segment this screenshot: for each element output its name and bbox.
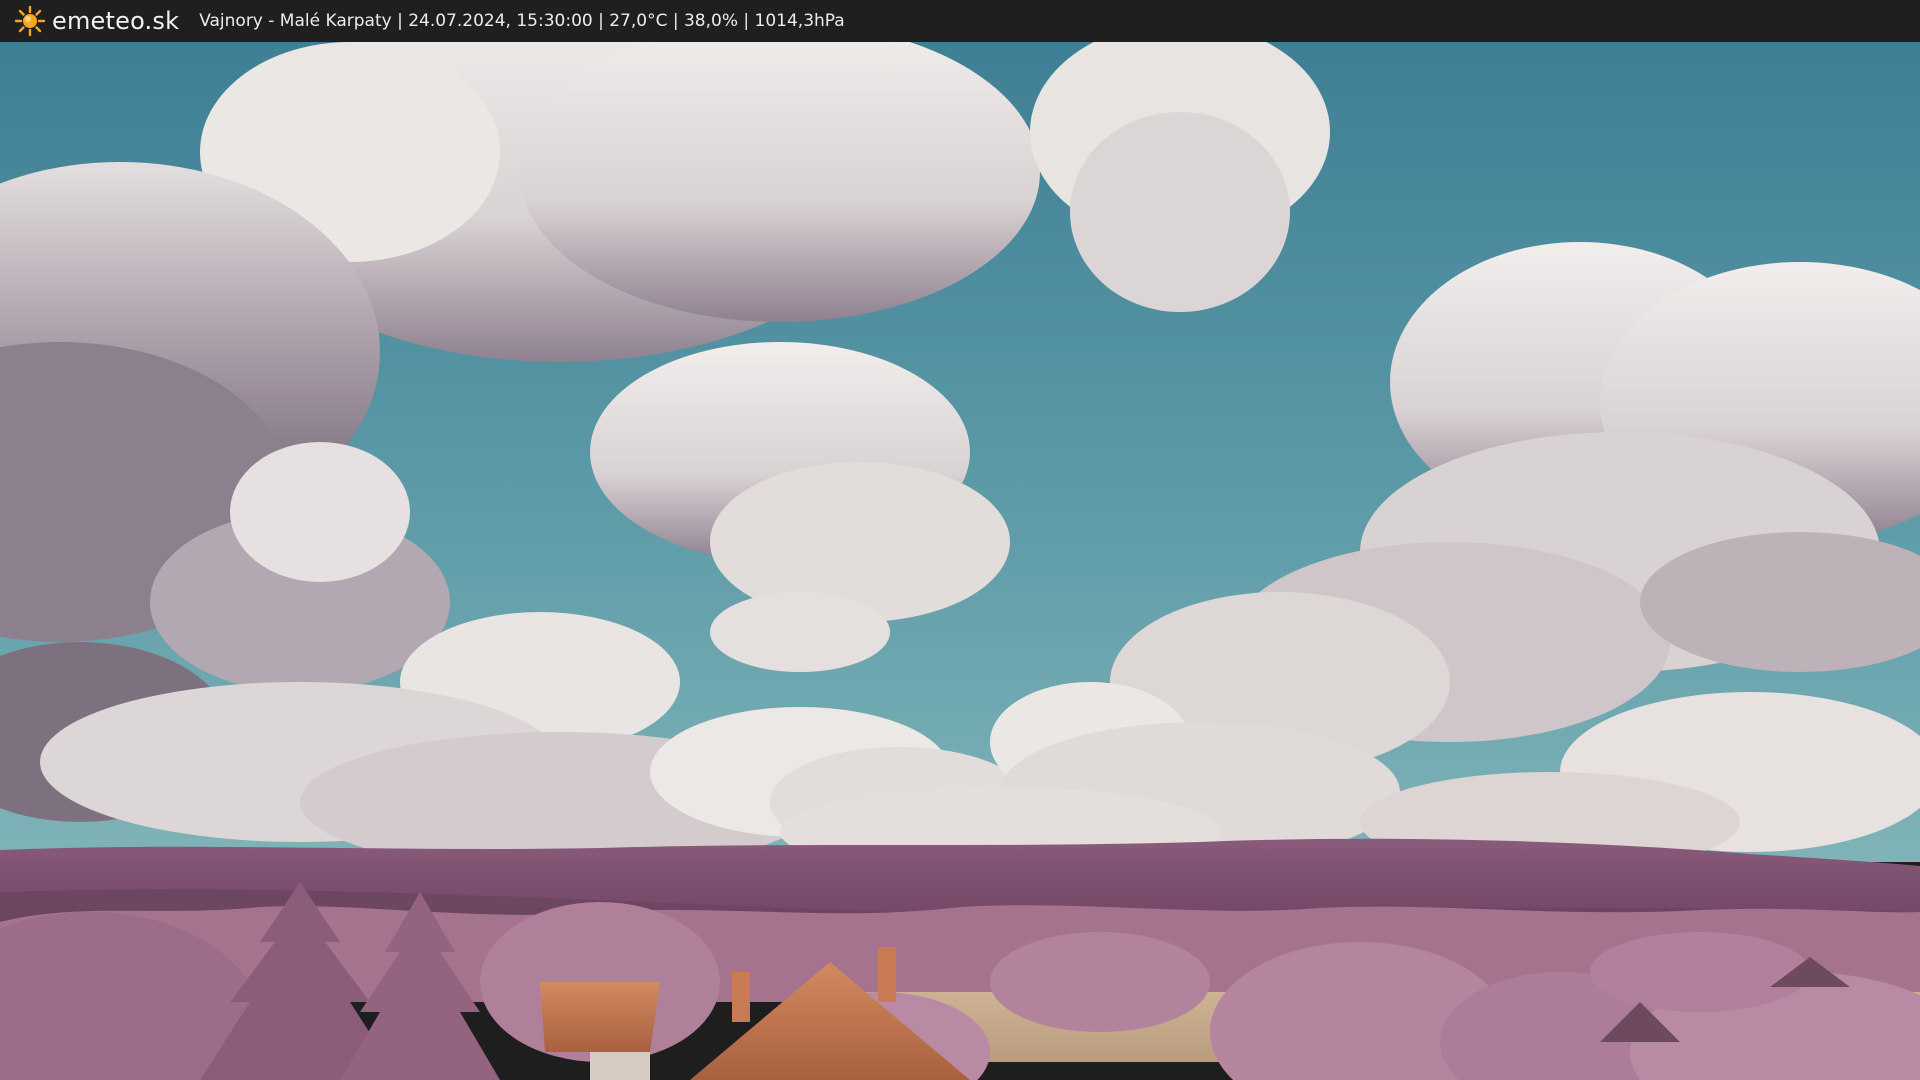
webcam-image	[0, 42, 1920, 1080]
house-left	[540, 982, 660, 1080]
logo[interactable]: emeteo.sk	[14, 5, 179, 37]
sun-icon	[14, 5, 46, 37]
logo-text: emeteo.sk	[52, 7, 180, 35]
top-bar: emeteo.sk Vajnory - Malé Karpaty | 24.07…	[0, 0, 1920, 42]
weather-info-text: Vajnory - Malé Karpaty | 24.07.2024, 15:…	[199, 11, 845, 31]
